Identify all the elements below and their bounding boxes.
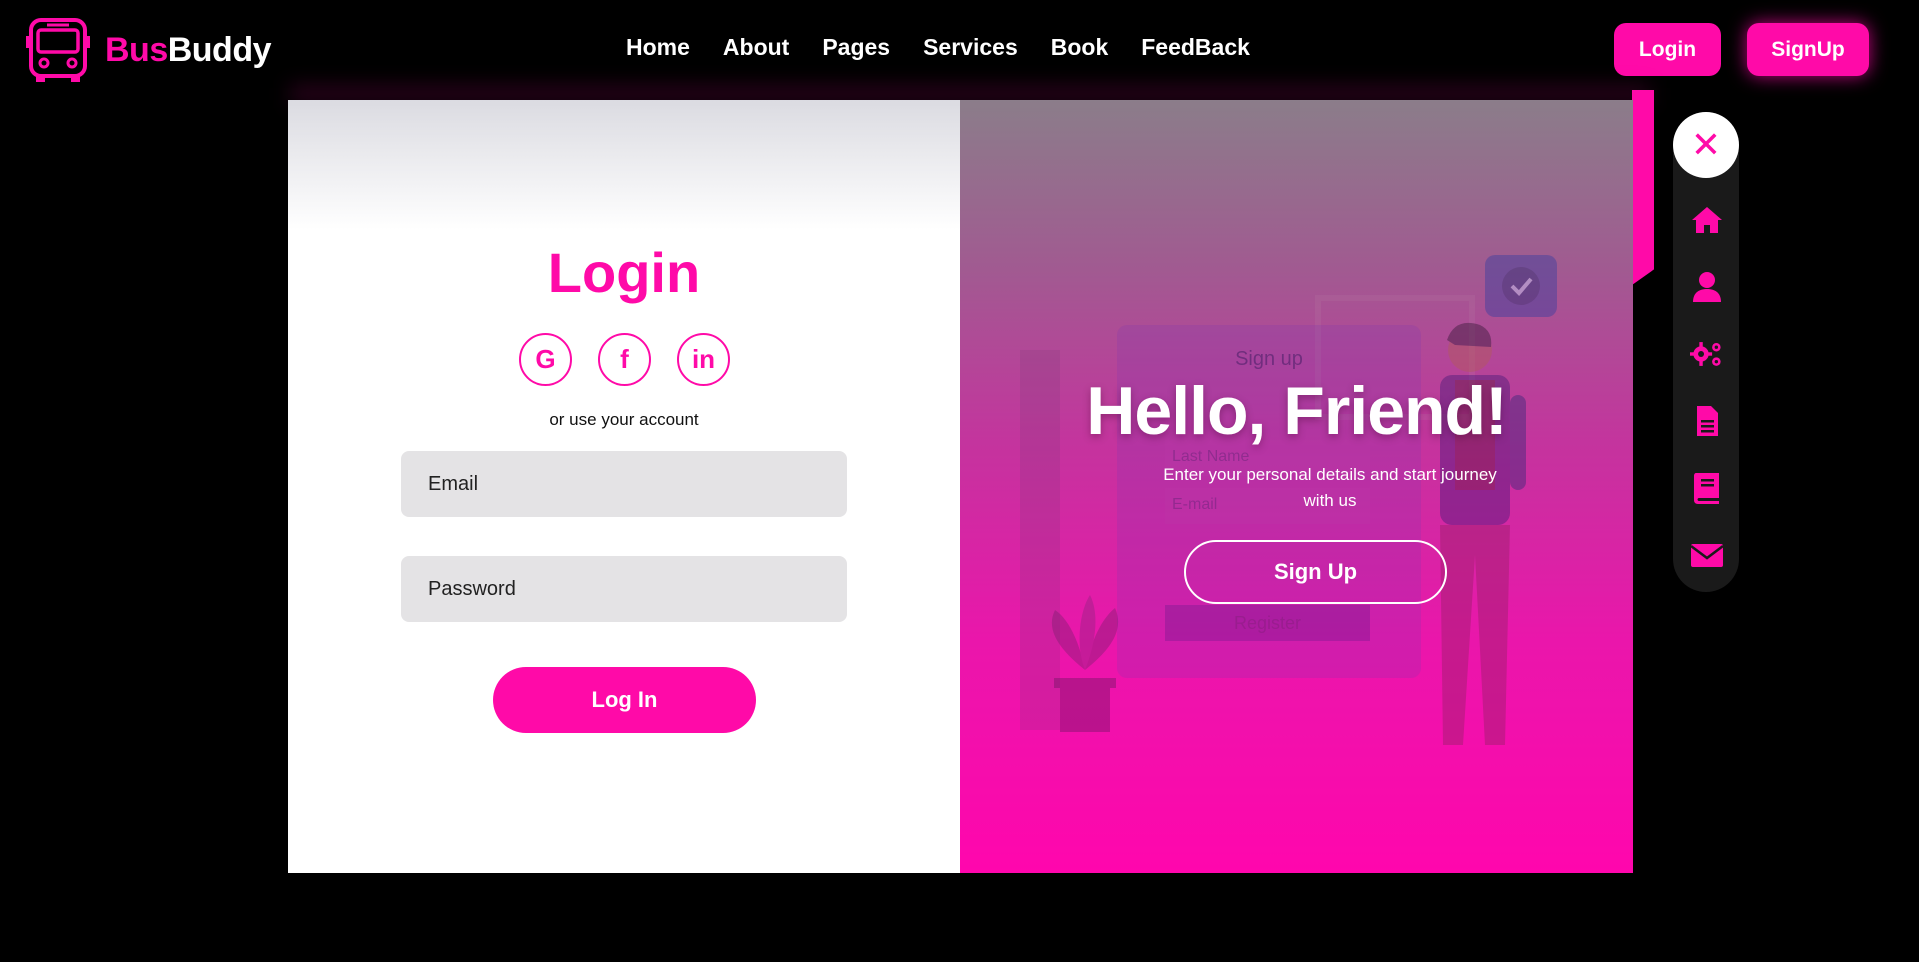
book-icon[interactable] bbox=[1690, 471, 1724, 505]
side-menu: ✕ bbox=[1673, 112, 1739, 592]
navbar: BusBuddy Home About Pages Services Book … bbox=[0, 0, 1919, 100]
hello-friend-heading: Hello, Friend! bbox=[1086, 373, 1507, 449]
logo[interactable]: BusBuddy bbox=[25, 16, 272, 84]
social-buttons: G f in bbox=[519, 333, 730, 386]
illustration-card-heading: Sign up bbox=[1235, 348, 1303, 370]
nav-login-button[interactable]: Login bbox=[1614, 23, 1721, 76]
or-use-account-text: or use your account bbox=[549, 410, 699, 429]
password-field[interactable] bbox=[401, 556, 847, 622]
plant-icon bbox=[1051, 595, 1119, 732]
linkedin-icon[interactable]: in bbox=[677, 333, 730, 386]
close-icon[interactable]: ✕ bbox=[1673, 112, 1739, 178]
nav-link-pages[interactable]: Pages bbox=[822, 34, 890, 61]
log-in-button[interactable]: Log In bbox=[493, 667, 756, 733]
illustration-register-button: Register bbox=[1165, 605, 1370, 641]
google-icon[interactable]: G bbox=[519, 333, 572, 386]
brand-part2: Buddy bbox=[167, 30, 272, 69]
brand-part1: Bus bbox=[105, 30, 168, 69]
user-icon[interactable] bbox=[1690, 270, 1724, 304]
sign-up-button[interactable]: Sign Up bbox=[1184, 540, 1447, 604]
nav-signup-button[interactable]: SignUp bbox=[1747, 23, 1869, 76]
home-icon[interactable] bbox=[1690, 203, 1724, 237]
facebook-icon[interactable]: f bbox=[598, 333, 651, 386]
gears-icon[interactable] bbox=[1690, 337, 1724, 371]
document-icon[interactable] bbox=[1690, 404, 1724, 438]
email-field[interactable] bbox=[401, 451, 847, 517]
envelope-icon[interactable] bbox=[1690, 538, 1724, 572]
nav-link-about[interactable]: About bbox=[723, 34, 789, 61]
nav-link-book[interactable]: Book bbox=[1051, 34, 1109, 61]
nav-link-feedback[interactable]: FeedBack bbox=[1141, 34, 1250, 61]
bus-icon bbox=[26, 18, 90, 82]
decorative-strip bbox=[1632, 90, 1654, 285]
login-title: Login bbox=[547, 241, 701, 304]
nav-link-services[interactable]: Services bbox=[923, 34, 1018, 61]
nav-link-home[interactable]: Home bbox=[626, 34, 690, 61]
auth-modal: Login G f in or use your account Log In … bbox=[288, 100, 1633, 873]
nav-links: Home About Pages Services Book FeedBack bbox=[626, 34, 1283, 61]
signup-subtitle: Enter your personal details and start jo… bbox=[1163, 465, 1497, 510]
login-panel: Login G f in or use your account Log In bbox=[288, 100, 960, 873]
signup-panel: Sign up Last Name E-mail Register Hello,… bbox=[960, 100, 1633, 873]
brand-name: BusBuddy bbox=[105, 30, 272, 70]
